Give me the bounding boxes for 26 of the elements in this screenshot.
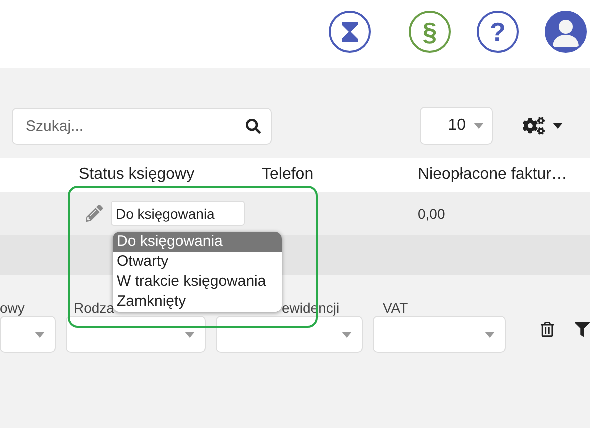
search-icon[interactable] bbox=[246, 118, 261, 134]
page-size-select[interactable]: 10 bbox=[420, 107, 493, 145]
column-header: Status księgowy bbox=[79, 166, 196, 184]
status-select[interactable]: Do księgowania bbox=[111, 201, 245, 226]
filter-icon[interactable] bbox=[575, 322, 590, 337]
help-button[interactable]: ? bbox=[477, 11, 519, 53]
caret-icon[interactable] bbox=[553, 123, 563, 129]
filter-label: Rodza bbox=[74, 300, 114, 316]
table-cell-text: 0,00 bbox=[418, 206, 446, 222]
pencil-icon[interactable] bbox=[86, 205, 103, 222]
settings-icon[interactable] bbox=[523, 115, 545, 137]
filter-label: VAT bbox=[383, 300, 408, 316]
search-bar[interactable]: Szukaj... bbox=[12, 108, 272, 144]
dropdown-option[interactable]: W trakcie księgowania bbox=[113, 272, 282, 292]
trash-icon[interactable] bbox=[540, 322, 555, 337]
filter-select[interactable] bbox=[66, 316, 206, 353]
dropdown-option[interactable]: Zamknięty bbox=[113, 292, 282, 312]
column-header: Nieopłacone faktur… bbox=[418, 166, 568, 184]
column-header: Telefon bbox=[262, 166, 315, 184]
dropdown-option[interactable]: Otwarty bbox=[113, 252, 282, 272]
search-input[interactable]: Szukaj... bbox=[24, 116, 228, 136]
hourglass-icon[interactable] bbox=[329, 11, 371, 53]
filter-select[interactable] bbox=[216, 316, 363, 353]
filter-label: owy bbox=[0, 300, 25, 316]
dropdown-option[interactable]: Do księgowania bbox=[113, 232, 282, 252]
user-avatar-icon[interactable] bbox=[545, 11, 587, 53]
